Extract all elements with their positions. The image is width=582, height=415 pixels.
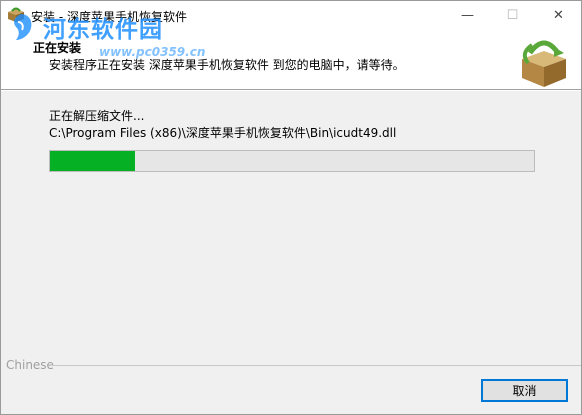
watermark-logo-icon (8, 12, 34, 42)
install-progress-bar (49, 150, 535, 172)
watermark-text: 河东软件园 (43, 16, 163, 43)
progress-fill (50, 151, 135, 171)
header-divider-highlight (1, 90, 581, 91)
current-file-path: C:\Program Files (x86)\深度苹果手机恢复软件\Bin\ic… (49, 126, 397, 140)
branding-label: Chinese (6, 358, 54, 372)
maximize-button[interactable]: ☐ (490, 1, 535, 30)
branding-divider (53, 365, 581, 366)
minimize-button[interactable]: — (445, 1, 490, 30)
cancel-button[interactable]: 取消 (481, 379, 568, 402)
installer-window: 安装 - 深度苹果手机恢复软件 — ☐ ✕ 正在安装 安装程序正在安装 深度苹果… (0, 0, 582, 415)
watermark-url: www.pc0359.cn (99, 45, 206, 59)
extract-status: 正在解压缩文件... (49, 109, 145, 123)
close-button[interactable]: ✕ (536, 1, 581, 30)
box-recycle-icon (514, 31, 574, 89)
